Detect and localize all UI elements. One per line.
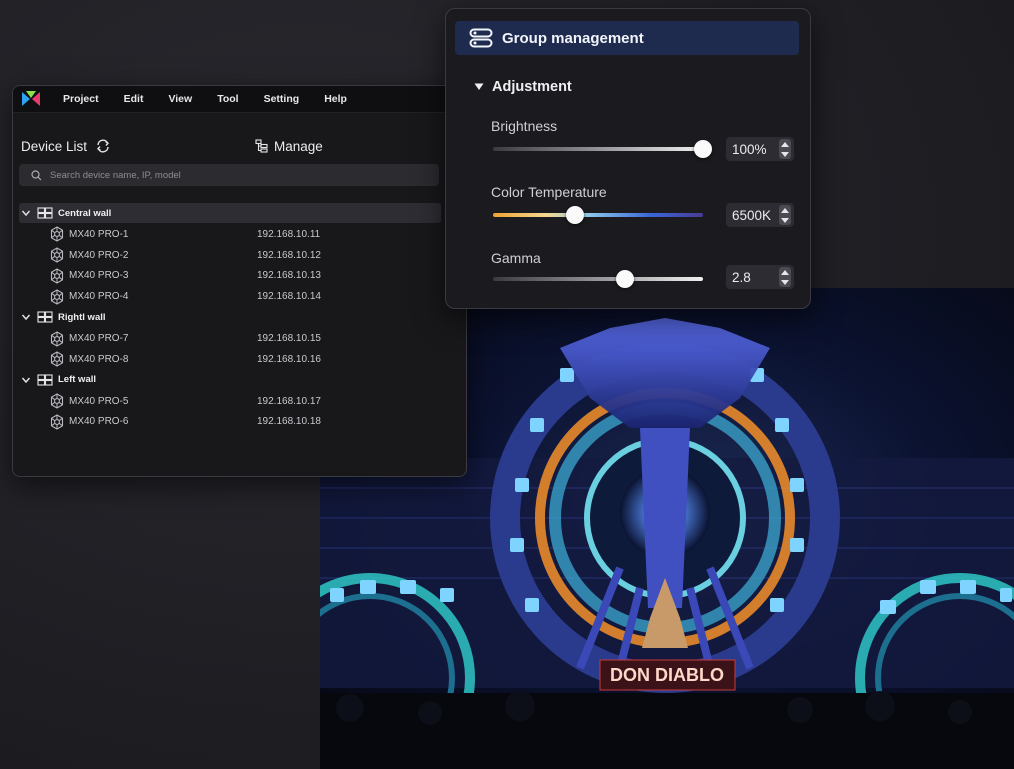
gamma-value: 2.8 bbox=[732, 269, 751, 285]
brightness-stepper[interactable] bbox=[779, 139, 791, 159]
device-icon bbox=[50, 247, 64, 263]
group-management-panel: Group management Adjustment Brightness 1… bbox=[445, 8, 811, 309]
device-name: MX40 PRO-2 bbox=[69, 249, 129, 261]
adjustment-label: Adjustment bbox=[492, 79, 572, 95]
group-name: Left wall bbox=[58, 374, 97, 386]
app-logo-icon bbox=[22, 91, 40, 106]
color-temperature-slider[interactable] bbox=[493, 206, 703, 224]
menu-view[interactable]: View bbox=[168, 93, 192, 105]
brightness-slider-thumb[interactable] bbox=[694, 140, 712, 158]
device-icon bbox=[50, 330, 64, 347]
color-temperature-slider-thumb[interactable] bbox=[565, 206, 584, 224]
color-temperature-label: Color Temperature bbox=[491, 184, 607, 200]
screen-group-icon bbox=[37, 311, 53, 323]
menu-tool[interactable]: Tool bbox=[217, 93, 238, 105]
manage-button[interactable]: Manage bbox=[255, 139, 323, 154]
group-name: Rightl wall bbox=[58, 311, 106, 323]
arrow-down-icon[interactable] bbox=[781, 151, 789, 157]
device-row[interactable]: MX40 PRO-2 192.168.10.12 bbox=[19, 245, 441, 266]
group-management-title: Group management bbox=[502, 29, 644, 47]
search-icon bbox=[31, 169, 42, 180]
device-row[interactable]: MX40 PRO-8 192.168.10.16 bbox=[19, 349, 441, 370]
search-input[interactable] bbox=[48, 168, 412, 182]
arrow-up-icon[interactable] bbox=[781, 269, 789, 275]
gamma-label: Gamma bbox=[491, 250, 541, 266]
group-row[interactable]: Left wall bbox=[19, 370, 441, 390]
brightness-spinbox[interactable]: 100% bbox=[726, 137, 794, 161]
device-name: MX40 PRO-4 bbox=[69, 291, 129, 303]
device-ip: 192.168.10.17 bbox=[257, 395, 321, 407]
device-row[interactable]: MX40 PRO-1 192.168.10.11 bbox=[19, 224, 441, 245]
chevron-down-icon bbox=[21, 377, 31, 383]
device-icon bbox=[50, 226, 64, 243]
device-name: MX40 PRO-3 bbox=[69, 270, 129, 282]
screen-group-icon bbox=[37, 374, 53, 386]
color-temperature-value: 6500K bbox=[732, 207, 772, 223]
brightness-value: 100% bbox=[732, 141, 767, 157]
device-row[interactable]: MX40 PRO-3 192.168.10.13 bbox=[19, 266, 441, 287]
brightness-label: Brightness bbox=[491, 118, 558, 134]
device-row[interactable]: MX40 PRO-4 192.168.10.14 bbox=[19, 286, 441, 307]
gamma-spinbox[interactable]: 2.8 bbox=[726, 265, 794, 289]
adjustment-section-toggle[interactable]: Adjustment bbox=[474, 79, 572, 95]
color-temperature-stepper[interactable] bbox=[779, 205, 791, 225]
refresh-icon[interactable] bbox=[95, 138, 111, 154]
device-list-title: Device List bbox=[21, 138, 88, 154]
device-ip: 192.168.10.11 bbox=[257, 228, 321, 240]
chevron-down-icon bbox=[21, 210, 31, 217]
device-row[interactable]: MX40 PRO-7 192.168.10.15 bbox=[19, 328, 441, 349]
screen-group-icon bbox=[37, 207, 53, 219]
device-icon bbox=[50, 289, 64, 305]
arrow-down-icon[interactable] bbox=[781, 217, 789, 223]
arrow-down-icon[interactable] bbox=[781, 279, 789, 285]
device-name: MX40 PRO-1 bbox=[69, 228, 129, 240]
brightness-slider[interactable] bbox=[493, 140, 712, 158]
device-ip: 192.168.10.16 bbox=[257, 353, 321, 365]
device-icon bbox=[50, 414, 64, 430]
device-ip: 192.168.10.14 bbox=[257, 291, 321, 303]
group-management-header: Group management bbox=[455, 21, 799, 55]
menu-project[interactable]: Project bbox=[63, 93, 99, 105]
chevron-down-icon bbox=[21, 314, 31, 321]
menu-help[interactable]: Help bbox=[324, 93, 347, 105]
manage-label: Manage bbox=[274, 138, 323, 154]
device-name: MX40 PRO-5 bbox=[69, 395, 129, 407]
group-name: Central wall bbox=[58, 207, 112, 219]
group-row[interactable]: Central wall bbox=[19, 203, 441, 223]
caret-down-icon bbox=[474, 83, 484, 90]
device-name: MX40 PRO-7 bbox=[69, 333, 129, 345]
device-row[interactable]: MX40 PRO-6 192.168.10.18 bbox=[19, 412, 441, 433]
device-ip: 192.168.10.18 bbox=[257, 416, 321, 428]
gamma-slider[interactable] bbox=[493, 270, 703, 288]
device-list-header: Device List Manage bbox=[21, 136, 442, 156]
menu-edit[interactable]: Edit bbox=[124, 93, 144, 105]
gamma-stepper[interactable] bbox=[779, 267, 791, 287]
arrow-up-icon[interactable] bbox=[781, 207, 789, 213]
device-search-box[interactable] bbox=[19, 164, 439, 186]
device-icon bbox=[50, 268, 64, 284]
device-list-window: Project Edit View Tool Setting Help Devi… bbox=[12, 85, 467, 477]
group-row[interactable]: Rightl wall bbox=[19, 307, 441, 327]
gamma-slider-thumb[interactable] bbox=[616, 270, 635, 288]
color-temperature-spinbox[interactable]: 6500K bbox=[726, 203, 794, 227]
menu-setting[interactable]: Setting bbox=[264, 93, 300, 105]
arrow-up-icon[interactable] bbox=[781, 141, 789, 147]
device-ip: 192.168.10.12 bbox=[257, 249, 321, 261]
device-tree: Central wall MX40 PRO-1 192.168.10.11 MX40 … bbox=[19, 203, 441, 432]
device-ip: 192.168.10.15 bbox=[257, 333, 321, 345]
device-row[interactable]: MX40 PRO-5 192.168.10.17 bbox=[19, 391, 441, 412]
hierarchy-icon bbox=[255, 139, 268, 153]
menu-bar: Project Edit View Tool Setting Help bbox=[13, 86, 466, 113]
stage-banner: DON DIABLO bbox=[610, 665, 724, 685]
device-name: MX40 PRO-8 bbox=[69, 353, 129, 365]
device-icon bbox=[50, 351, 64, 368]
device-ip: 192.168.10.13 bbox=[257, 270, 321, 282]
device-name: MX40 PRO-6 bbox=[69, 416, 129, 428]
group-icon bbox=[469, 28, 493, 48]
device-icon bbox=[50, 393, 64, 409]
